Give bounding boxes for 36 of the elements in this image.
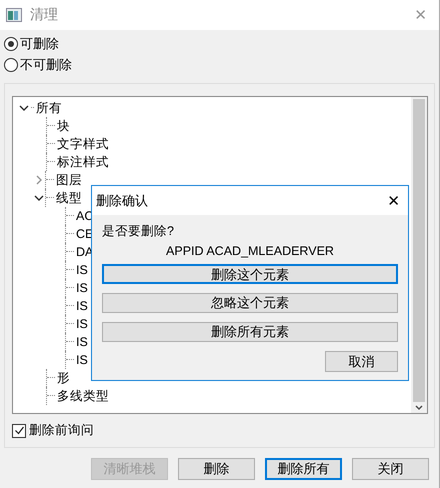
tree-item[interactable]: 块 bbox=[57, 118, 70, 134]
radio-option[interactable]: 不可删除 bbox=[4, 54, 435, 75]
scroll-down-icon[interactable] bbox=[415, 405, 423, 411]
cancel-button[interactable]: 取消 bbox=[325, 351, 398, 372]
tree-item[interactable]: 标注样式 bbox=[57, 154, 109, 170]
dialog-button[interactable]: 删除 bbox=[178, 458, 255, 480]
tree-item[interactable]: 文字样式 bbox=[57, 136, 109, 152]
tree-item[interactable]: IS bbox=[76, 281, 88, 295]
radio-option[interactable]: 可删除 bbox=[4, 33, 435, 54]
chevron-down-icon[interactable] bbox=[34, 193, 44, 203]
chevron-right-icon[interactable] bbox=[34, 175, 44, 185]
question-text: 是否要删除? bbox=[102, 223, 175, 240]
tree-item[interactable]: 形 bbox=[57, 370, 70, 386]
confirm-checkbox[interactable]: 删除前询问 bbox=[12, 422, 428, 439]
tree-item[interactable]: IS bbox=[76, 335, 88, 349]
close-button[interactable]: ✕ bbox=[387, 192, 400, 210]
dialog-button[interactable]: 关闭 bbox=[352, 458, 429, 480]
window-title: 清理 bbox=[30, 6, 59, 24]
action-button[interactable]: 删除这个元素 bbox=[102, 264, 398, 284]
dialog-button[interactable]: 删除所有 bbox=[265, 458, 342, 480]
chevron-down-icon[interactable] bbox=[19, 103, 29, 113]
tree-item[interactable]: 多线类型 bbox=[57, 388, 109, 404]
tree-item[interactable]: 线型 bbox=[56, 190, 82, 206]
app-icon bbox=[6, 8, 22, 22]
tree-item[interactable]: IS bbox=[76, 263, 88, 277]
tree-item[interactable]: 图层 bbox=[56, 172, 82, 188]
tree-item[interactable]: IS bbox=[76, 317, 88, 331]
action-button[interactable]: 忽略这个元素 bbox=[102, 293, 398, 313]
tree-item[interactable]: IS bbox=[76, 353, 88, 367]
tree-item[interactable]: IS bbox=[76, 299, 88, 313]
checkmark-icon bbox=[14, 425, 24, 436]
action-button[interactable]: 删除所有元素 bbox=[102, 322, 398, 342]
scrollbar[interactable] bbox=[411, 97, 427, 413]
dialog-title: 删除确认 bbox=[96, 192, 148, 210]
item-name: APPID ACAD_MLEADERVER bbox=[165, 244, 335, 260]
tree-item[interactable]: 所有 bbox=[36, 100, 62, 116]
